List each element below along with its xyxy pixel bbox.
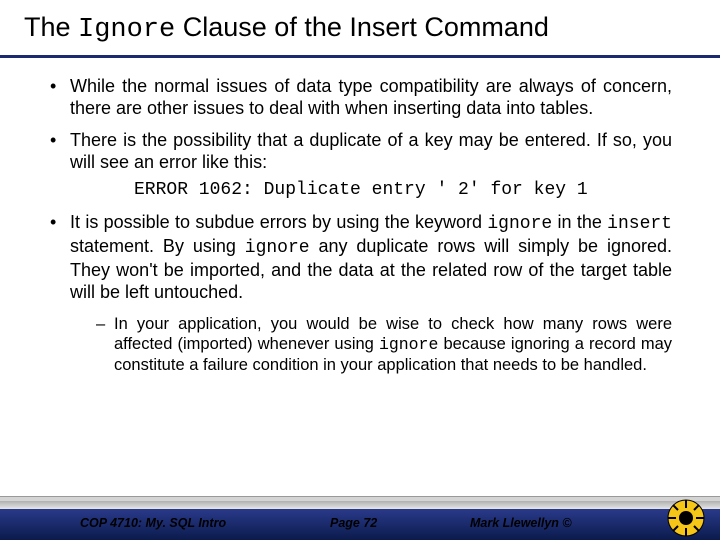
bullet-list: While the normal issues of data type com… <box>48 76 672 375</box>
footer-author: Mark Llewellyn © <box>470 516 572 530</box>
title-post: Clause of the Insert Command <box>175 12 549 42</box>
footer-course: COP 4710: My. SQL Intro <box>80 516 226 530</box>
title-code: Ignore <box>78 15 175 45</box>
slide: The Ignore Clause of the Insert Command … <box>0 0 720 540</box>
sub-code: ignore <box>379 335 438 354</box>
footer-page: Page 72 <box>330 516 377 530</box>
slide-title: The Ignore Clause of the Insert Command <box>0 0 720 51</box>
bullet-2: There is the possibility that a duplicat… <box>48 130 672 202</box>
ucf-logo-icon <box>666 498 706 538</box>
b3-part2: in the <box>552 212 607 232</box>
footer: COP 4710: My. SQL Intro Page 72 Mark Lle… <box>0 496 720 540</box>
title-pre: The <box>24 12 78 42</box>
bullet-2-text: There is the possibility that a duplicat… <box>70 130 672 172</box>
slide-body: While the normal issues of data type com… <box>0 58 720 375</box>
b3-part3: statement. By using <box>70 236 245 256</box>
b3-code1: ignore <box>487 214 552 234</box>
bullet-3: It is possible to subdue errors by using… <box>48 212 672 375</box>
sub-list: In your application, you would be wise t… <box>70 314 672 375</box>
footer-band-mid <box>0 501 720 509</box>
bullet-1: While the normal issues of data type com… <box>48 76 672 120</box>
b3-part1: It is possible to subdue errors by using… <box>70 212 487 232</box>
sub-bullet-1: In your application, you would be wise t… <box>96 314 672 375</box>
b3-code3: ignore <box>245 238 310 258</box>
b3-code2: insert <box>607 214 672 234</box>
error-line: ERROR 1062: Duplicate entry ' 2' for key… <box>70 180 672 202</box>
